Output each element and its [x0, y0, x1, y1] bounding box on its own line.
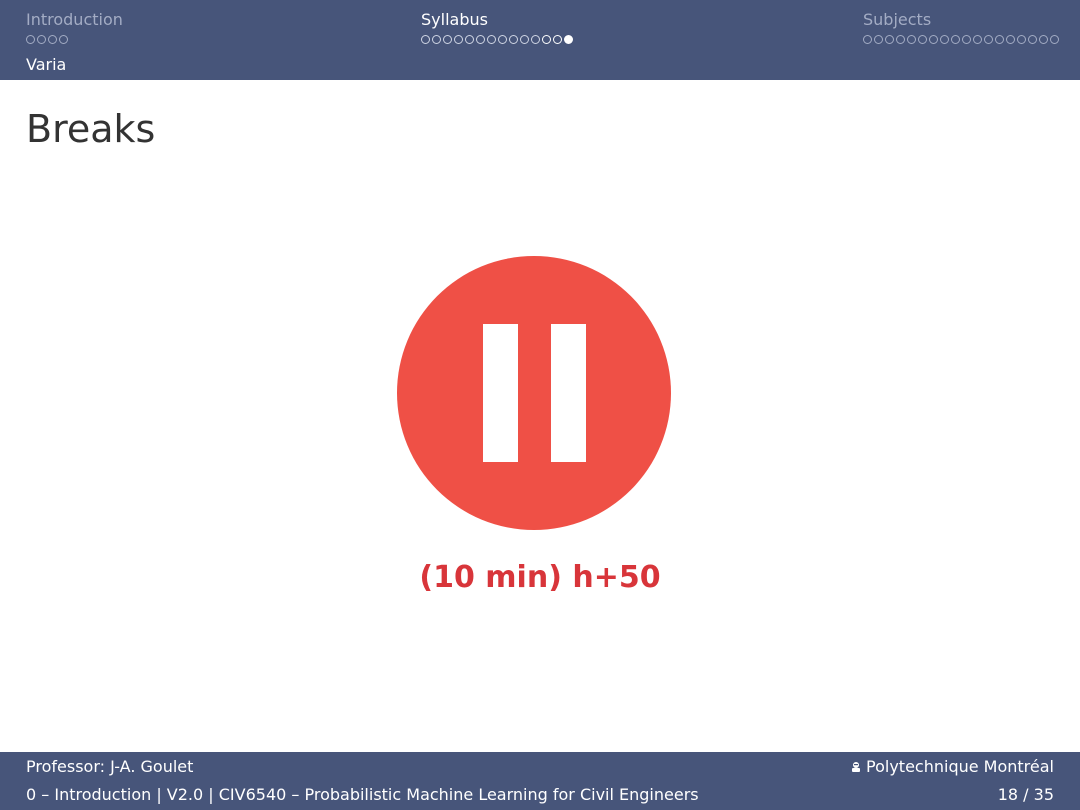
- nav-dot[interactable]: [421, 34, 430, 44]
- nav-dot[interactable]: [465, 34, 474, 44]
- nav-dot[interactable]: [564, 34, 573, 44]
- nav-dots: [421, 33, 573, 45]
- nav-dot[interactable]: [929, 34, 938, 44]
- footer-bar: Professor: J-A. Goulet Polytechnique Mon…: [0, 752, 1080, 810]
- nav-dot[interactable]: [1017, 34, 1026, 44]
- nav-dot[interactable]: [531, 34, 540, 44]
- nav-dot[interactable]: [984, 34, 993, 44]
- footer-course-info: 0 – Introduction | V2.0 | CIV6540 – Prob…: [26, 785, 699, 804]
- nav-dot[interactable]: [995, 34, 1004, 44]
- pause-bar-right: [551, 324, 586, 462]
- footer-institution: Polytechnique Montréal: [850, 757, 1054, 776]
- nav-dot[interactable]: [918, 34, 927, 44]
- nav-dot[interactable]: [896, 34, 905, 44]
- nav-subsection[interactable]: Varia: [26, 55, 66, 74]
- nav-dot[interactable]: [509, 34, 518, 44]
- page-title: Breaks: [26, 107, 156, 151]
- slide: Introduction Syllabus Subjects Varia Bre…: [0, 0, 1080, 810]
- footer-professor: Professor: J-A. Goulet: [26, 757, 194, 776]
- footer-page-number: 18 / 35: [997, 785, 1054, 804]
- pause-icon: [397, 256, 671, 530]
- nav-dot[interactable]: [432, 34, 441, 44]
- nav-dot[interactable]: [863, 34, 872, 44]
- nav-dot[interactable]: [476, 34, 485, 44]
- nav-section-title[interactable]: Introduction: [26, 10, 123, 30]
- nav-dot[interactable]: [59, 34, 68, 44]
- nav-dot[interactable]: [1006, 34, 1015, 44]
- nav-section-title[interactable]: Subjects: [863, 10, 1059, 30]
- institution-logo-icon: [852, 761, 861, 772]
- nav-dot[interactable]: [37, 34, 46, 44]
- nav-dot[interactable]: [940, 34, 949, 44]
- nav-section-syllabus[interactable]: Syllabus: [421, 10, 573, 45]
- nav-dot[interactable]: [443, 34, 452, 44]
- nav-section-subjects[interactable]: Subjects: [863, 10, 1059, 45]
- nav-dots: [26, 33, 123, 45]
- nav-dot[interactable]: [520, 34, 529, 44]
- nav-dot[interactable]: [487, 34, 496, 44]
- nav-dots: [863, 33, 1059, 45]
- pause-bar-left: [483, 324, 518, 462]
- nav-dot[interactable]: [48, 34, 57, 44]
- nav-dot[interactable]: [542, 34, 551, 44]
- nav-dot[interactable]: [1039, 34, 1048, 44]
- nav-dot[interactable]: [962, 34, 971, 44]
- nav-dot[interactable]: [973, 34, 982, 44]
- nav-dot[interactable]: [454, 34, 463, 44]
- nav-dot[interactable]: [885, 34, 894, 44]
- nav-dot[interactable]: [498, 34, 507, 44]
- nav-dot[interactable]: [874, 34, 883, 44]
- footer-institution-label: Polytechnique Montréal: [866, 757, 1054, 776]
- nav-dot[interactable]: [1050, 34, 1059, 44]
- break-duration-text: (10 min) h+50: [419, 560, 661, 595]
- nav-dot[interactable]: [1028, 34, 1037, 44]
- nav-section-title[interactable]: Syllabus: [421, 10, 573, 30]
- nav-dot[interactable]: [26, 34, 35, 44]
- nav-section-introduction[interactable]: Introduction: [26, 10, 123, 45]
- nav-dot[interactable]: [553, 34, 562, 44]
- nav-dot[interactable]: [951, 34, 960, 44]
- nav-dot[interactable]: [907, 34, 916, 44]
- header-nav-bar: Introduction Syllabus Subjects Varia: [0, 0, 1080, 80]
